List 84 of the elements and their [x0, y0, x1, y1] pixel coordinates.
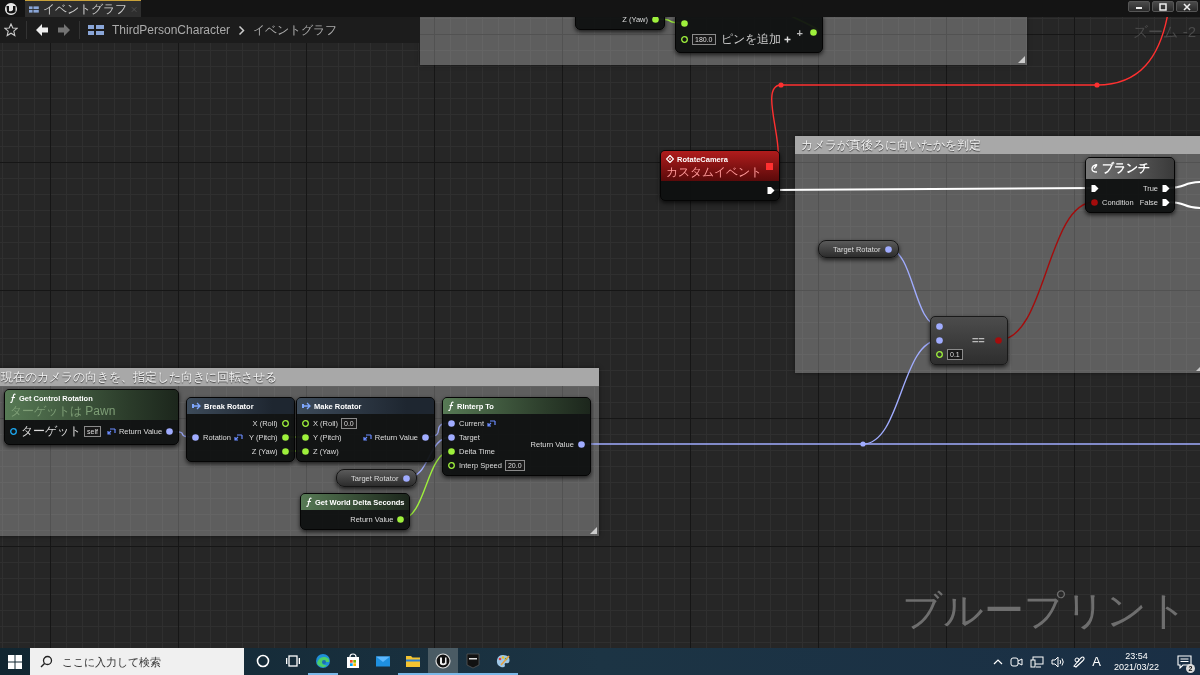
node-title: ブランチ [1102, 160, 1150, 177]
circle-icon [255, 652, 271, 669]
message-icon [1176, 654, 1192, 669]
pin-icon[interactable] [301, 446, 310, 456]
exec-pin-icon[interactable] [1090, 183, 1099, 193]
editor-tab[interactable]: イベントグラフ [25, 0, 141, 17]
pin-icon[interactable] [280, 446, 290, 456]
chevron-up-icon[interactable] [993, 658, 1004, 665]
exec-pin-icon[interactable] [1161, 197, 1171, 207]
comment-title: カメラが真後ろに向いたかを判定 [795, 136, 1200, 154]
pin-icon[interactable] [808, 28, 818, 37]
pin-icon[interactable] [576, 439, 586, 449]
pin-icon[interactable] [191, 432, 200, 442]
split-struct-icon[interactable] [362, 433, 372, 441]
pin-icon[interactable] [401, 473, 411, 483]
resize-grip-icon[interactable] [1018, 56, 1025, 63]
split-struct-icon[interactable] [487, 419, 496, 427]
pin-label: ターゲット [21, 423, 81, 440]
pin-icon[interactable] [9, 427, 18, 436]
restore-icon[interactable] [1157, 1, 1169, 12]
clock-time[interactable]: 23:54 [1125, 650, 1148, 662]
pin-icon[interactable] [883, 244, 893, 254]
network-icon[interactable] [1030, 655, 1045, 668]
pin-icon[interactable] [447, 446, 456, 456]
favorite-star-icon[interactable] [4, 23, 18, 37]
clock-date[interactable]: 2021/03/22 [1113, 661, 1159, 673]
shield-icon [465, 652, 481, 669]
split-struct-icon[interactable] [233, 433, 243, 441]
chevron-right-icon [238, 24, 246, 36]
operator-symbol: == [971, 334, 985, 346]
engine-logo-icon [3, 2, 19, 15]
delegate-pin-icon[interactable] [765, 161, 774, 171]
breadcrumb-item[interactable]: イベントグラフ [253, 21, 338, 39]
split-struct-icon[interactable] [106, 428, 116, 435]
exec-pin-icon[interactable] [1161, 183, 1171, 193]
minimize-button[interactable] [1128, 1, 1150, 12]
comment-title: 現在のカメラの向きを、指定した向きに回転させる [0, 368, 599, 386]
reroute-knot[interactable] [1094, 82, 1100, 88]
input-mode-indicator[interactable]: A [1092, 654, 1101, 669]
pin-icon[interactable] [447, 418, 456, 428]
grid-icon [88, 24, 104, 36]
pin-icon[interactable] [935, 335, 944, 345]
close-button[interactable] [1176, 1, 1198, 12]
pin-icon[interactable] [165, 427, 175, 436]
reroute-knot[interactable] [860, 441, 866, 447]
function-icon [10, 393, 16, 403]
operator-symbol: + [796, 26, 803, 39]
plus-icon [783, 36, 791, 43]
restore-button[interactable] [1152, 1, 1174, 12]
grid-icon [29, 4, 39, 14]
resize-grip-icon[interactable] [590, 527, 597, 534]
struct-icon [192, 402, 201, 410]
struct-icon [302, 402, 311, 410]
pin-icon[interactable] [396, 514, 406, 524]
camera-icon[interactable] [1010, 655, 1024, 668]
engine-logo-icon [435, 652, 451, 669]
taskbar-button[interactable] [428, 648, 458, 675]
pin-icon[interactable] [421, 432, 430, 442]
pen-icon[interactable] [1072, 655, 1086, 668]
shopping-bag-icon [345, 652, 361, 669]
branch-icon [1091, 164, 1099, 173]
task-view-icon [285, 652, 301, 669]
browser-icon [315, 652, 331, 669]
pin-icon[interactable] [280, 432, 290, 442]
graph-type-watermark: ブループリント [902, 587, 1188, 634]
pin-icon[interactable] [301, 432, 310, 442]
add-pin-button[interactable]: ピンを追加 [720, 31, 791, 48]
search-icon [40, 655, 53, 668]
pin-icon[interactable] [447, 432, 456, 442]
exec-pin-icon[interactable] [766, 185, 775, 195]
palette-icon [495, 652, 511, 669]
function-icon [306, 497, 312, 507]
windows-logo-icon[interactable] [8, 654, 22, 669]
reroute-knot[interactable] [778, 82, 784, 88]
close-icon[interactable] [1181, 1, 1193, 12]
breadcrumb-item[interactable]: ThirdPersonCharacter [112, 23, 231, 37]
volume-icon[interactable] [1051, 655, 1066, 668]
back-arrow-icon[interactable] [35, 23, 49, 37]
pin-icon[interactable] [651, 17, 660, 24]
function-icon [448, 401, 454, 411]
search-field[interactable]: ここに入力して検索 [30, 648, 244, 675]
event-icon [666, 155, 674, 163]
node-subtitle: カスタムイベント [666, 166, 762, 179]
pin-icon[interactable] [680, 18, 689, 28]
